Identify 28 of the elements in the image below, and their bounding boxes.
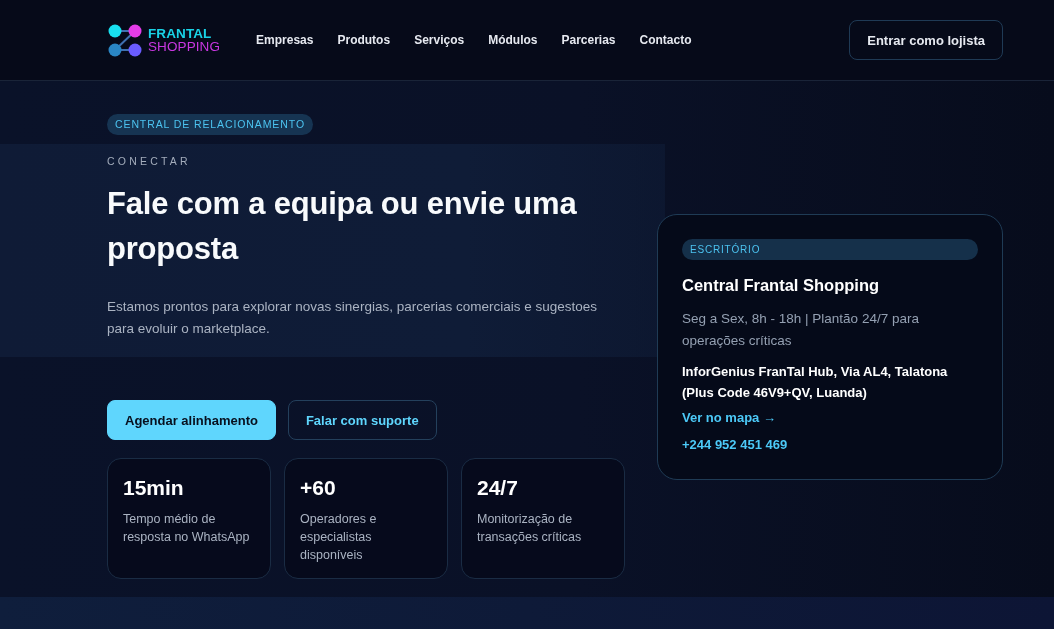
stat-label: Monitorização de transações críticas bbox=[477, 511, 583, 546]
section-badge: CENTRAL DE RELACIONAMENTO bbox=[107, 114, 313, 135]
eyebrow-text: CONECTAR bbox=[107, 155, 192, 167]
schedule-button[interactable]: Agendar alinhamento bbox=[107, 400, 276, 440]
stat-value: 24/7 bbox=[477, 475, 519, 501]
stat-value: +60 bbox=[300, 475, 337, 501]
stat-label: Tempo médio de resposta no WhatsApp bbox=[123, 511, 251, 546]
office-title: Central Frantal Shopping bbox=[682, 274, 880, 296]
logo-text[interactable]: SHOPPING bbox=[148, 40, 221, 54]
nav-link[interactable]: Módulos bbox=[488, 33, 538, 47]
network-logo-icon[interactable] bbox=[108, 23, 142, 57]
support-button[interactable]: Falar com suporte bbox=[287, 400, 437, 440]
nav-link[interactable]: Parcerias bbox=[561, 33, 616, 47]
office-hours: Seg a Sex, 8h - 18h | Plantão 24/7 para operações críticas bbox=[682, 309, 920, 350]
office-tag: ESCRITÓRIO bbox=[682, 238, 978, 260]
nav-link[interactable]: Contacto bbox=[639, 33, 692, 47]
stat-value: 15min bbox=[123, 475, 185, 501]
nav-link[interactable]: Serviços bbox=[414, 33, 465, 47]
logo-text[interactable]: FRANTAL bbox=[148, 26, 221, 40]
stat-label: Operadores e especialistas disponíveis bbox=[300, 511, 378, 564]
page-heading: Fale com a equipa ou envie uma proposta bbox=[107, 185, 578, 268]
nav-link[interactable]: Produtos bbox=[337, 33, 391, 47]
phone-link[interactable]: +244 952 451 469 bbox=[682, 434, 788, 455]
nav-link[interactable]: Empresas bbox=[256, 33, 314, 47]
office-address: InforGenius FranTal Hub, Via AL4, Talatona (Plus Code 46V9+QV, Luanda) bbox=[682, 362, 949, 402]
intro-text: Estamos prontos para explorar novas sinergias, parcerias comerciais e sugestoes para evoluir o marketplace. bbox=[107, 298, 598, 338]
login-button[interactable]: Entrar como lojista bbox=[849, 20, 1003, 60]
map-link[interactable]: Ver no mapa → bbox=[682, 407, 776, 428]
